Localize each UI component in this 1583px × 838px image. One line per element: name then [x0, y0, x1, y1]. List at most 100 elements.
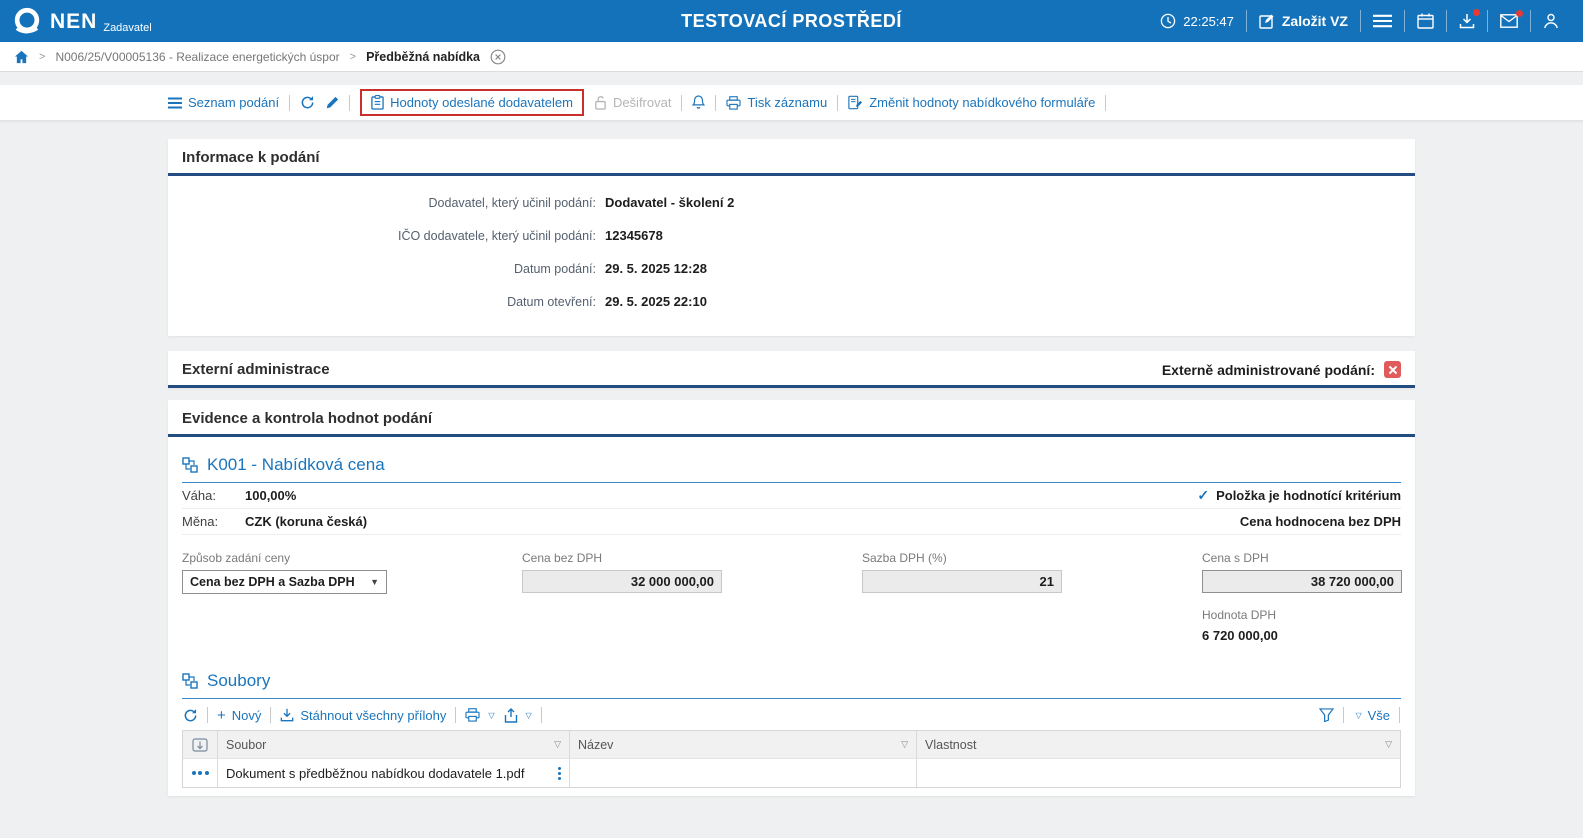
section-title: Evidence a kontrola hodnot podání [182, 410, 432, 427]
breadcrumb-chevron: > [350, 51, 356, 63]
pencil-icon [325, 96, 339, 110]
print-record-button[interactable]: Tisk záznamu [726, 95, 827, 110]
new-file-label: Nový [232, 708, 262, 723]
files-block: Soubory + Nový Stáhnout všechny přílohy [182, 671, 1401, 788]
price-method-select[interactable]: Cena bez DPH a Sazba DPH ▼ [182, 570, 387, 594]
field-label: Datum otevření: [168, 295, 605, 309]
row-handle-cell[interactable] [183, 759, 218, 787]
nen-logo[interactable]: NEN Zadavatel [12, 6, 152, 36]
close-tab-icon[interactable] [490, 49, 506, 65]
price-excl-field: Cena bez DPH [522, 551, 862, 643]
column-filter-icon[interactable]: ▽ [901, 739, 908, 750]
main-menu-button[interactable] [1361, 0, 1404, 42]
weight-value: 100,00% [245, 488, 296, 503]
section-icon [182, 673, 198, 689]
field-label: IČO dodavatele, který učinil podání: [168, 229, 605, 243]
column-header-file[interactable]: Soubor ▽ [218, 731, 570, 758]
currency-label: Měna: [182, 514, 245, 529]
info-row-submitted: Datum podání: 29. 5. 2025 12:28 [168, 252, 1415, 285]
files-filter-controls: ▽ Vše [1319, 707, 1400, 723]
info-row-supplier: Dodavatel, který učinil podání: Dodavate… [168, 186, 1415, 219]
info-row-opened: Datum otevření: 29. 5. 2025 22:10 [168, 285, 1415, 318]
column-label: Název [578, 738, 613, 752]
flag-no-icon [1384, 361, 1401, 378]
section-header: Evidence a kontrola hodnot podání [168, 400, 1415, 437]
calendar-button[interactable] [1405, 0, 1446, 42]
calendar-icon [1417, 13, 1434, 29]
files-print-button[interactable]: ▽ [465, 708, 494, 722]
decrypt-label: Dešifrovat [613, 95, 672, 110]
field-label: Dodavatel, který učinil podání: [168, 196, 605, 210]
user-profile-button[interactable] [1531, 0, 1571, 42]
select-column-header[interactable] [183, 731, 218, 758]
vat-amount-field: Hodnota DPH 6 720 000,00 [1202, 608, 1402, 643]
breadcrumb-contract[interactable]: N006/25/V00005136 - Realizace energetick… [55, 50, 339, 64]
downloads-button[interactable] [1447, 0, 1487, 42]
toolbar-separator [289, 95, 290, 111]
view-all-filter-button[interactable]: ▽ Vše [1353, 708, 1390, 723]
top-header-bar: NEN Zadavatel TESTOVACÍ PROSTŘEDÍ 22:25:… [0, 0, 1583, 42]
field-value: 29. 5. 2025 22:10 [605, 294, 707, 309]
toolbar-separator [681, 95, 682, 111]
row-options-icon [192, 771, 209, 775]
price-excl-label: Cena bez DPH [522, 551, 862, 565]
values-sent-button-highlighted[interactable]: Hodnoty odeslané dodavatelem [360, 89, 584, 116]
file-cell[interactable]: Dokument s předběžnou nabídkou dodavatel… [218, 759, 570, 787]
change-form-values-button[interactable]: Změnit hodnoty nabídkového formuláře [848, 95, 1095, 110]
clock-group: 22:25:47 [1148, 0, 1246, 42]
price-method-label: Způsob zadání ceny [182, 551, 522, 565]
vat-amount-label: Hodnota DPH [1202, 608, 1402, 622]
toolbar-separator [1399, 707, 1400, 723]
column-label: Vlastnost [925, 738, 976, 752]
change-form-values-label: Změnit hodnoty nabídkového formuláře [869, 95, 1095, 110]
breadcrumb: > N006/25/V00005136 - Realizace energeti… [0, 42, 1583, 72]
dropdown-arrow-icon: ▽ [488, 711, 494, 720]
files-table: Soubor ▽ Název ▽ Vlastnost ▽ [182, 730, 1401, 788]
files-table-header: Soubor ▽ Název ▽ Vlastnost ▽ [183, 731, 1400, 758]
section-header: Informace k podání [168, 139, 1415, 176]
price-incl-field: Cena s DPH Hodnota DPH 6 720 000,00 [1202, 551, 1402, 643]
currency-value: CZK (koruna česká) [245, 514, 367, 529]
files-export-button[interactable]: ▽ [504, 708, 532, 723]
toolbar-separator [207, 707, 208, 723]
price-method-field: Způsob zadání ceny Cena bez DPH a Sazba … [182, 551, 522, 643]
column-filter-icon[interactable]: ▽ [1385, 739, 1392, 750]
price-excl-input[interactable] [522, 570, 722, 593]
decrypt-button: Dešifrovat [594, 95, 672, 110]
messages-button[interactable] [1488, 0, 1530, 42]
notifications-button[interactable] [692, 95, 705, 110]
printer-icon [465, 708, 480, 722]
toolbar-separator [1343, 707, 1344, 723]
row-menu-icon[interactable] [558, 767, 561, 780]
breadcrumb-chevron: > [39, 51, 45, 63]
files-refresh-button[interactable] [183, 708, 198, 723]
files-header: Soubory [182, 671, 1401, 699]
column-header-name[interactable]: Název ▽ [570, 731, 917, 758]
clipboard-icon [371, 95, 384, 110]
submission-info-section: Informace k podání Dodavatel, který učin… [168, 139, 1415, 336]
column-header-property[interactable]: Vlastnost ▽ [917, 731, 1400, 758]
filter-button[interactable] [1319, 708, 1334, 722]
name-cell [570, 759, 917, 787]
criterion-note-label: Položka je hodnotící kritérium [1216, 488, 1401, 503]
edit-button[interactable] [325, 96, 339, 110]
new-file-button[interactable]: + Nový [217, 708, 261, 723]
column-filter-icon[interactable]: ▽ [554, 739, 561, 750]
header-actions: 22:25:47 Založit VZ [1148, 0, 1571, 42]
vat-rate-input[interactable] [862, 570, 1062, 593]
criterion-k001-block: K001 - Nabídková cena Váha: 100,00% ✓ Po… [182, 455, 1401, 643]
criterion-title: K001 - Nabídková cena [207, 455, 385, 475]
create-vz-button[interactable]: Založit VZ [1247, 0, 1360, 42]
plus-icon: + [217, 708, 226, 723]
refresh-button[interactable] [300, 95, 315, 110]
values-sent-label: Hodnoty odeslané dodavatelem [390, 95, 573, 110]
download-all-button[interactable]: Stáhnout všechny přílohy [280, 708, 446, 723]
list-submissions-button[interactable]: Seznam podání [168, 95, 279, 110]
print-record-label: Tisk záznamu [747, 95, 827, 110]
toolbar-separator [1105, 95, 1106, 111]
home-icon[interactable] [14, 50, 29, 64]
table-row[interactable]: Dokument s předběžnou nabídkou dodavatel… [183, 758, 1400, 787]
price-incl-input[interactable] [1202, 570, 1402, 593]
files-toolbar: + Nový Stáhnout všechny přílohy ▽ [182, 699, 1401, 730]
column-label: Soubor [226, 738, 266, 752]
